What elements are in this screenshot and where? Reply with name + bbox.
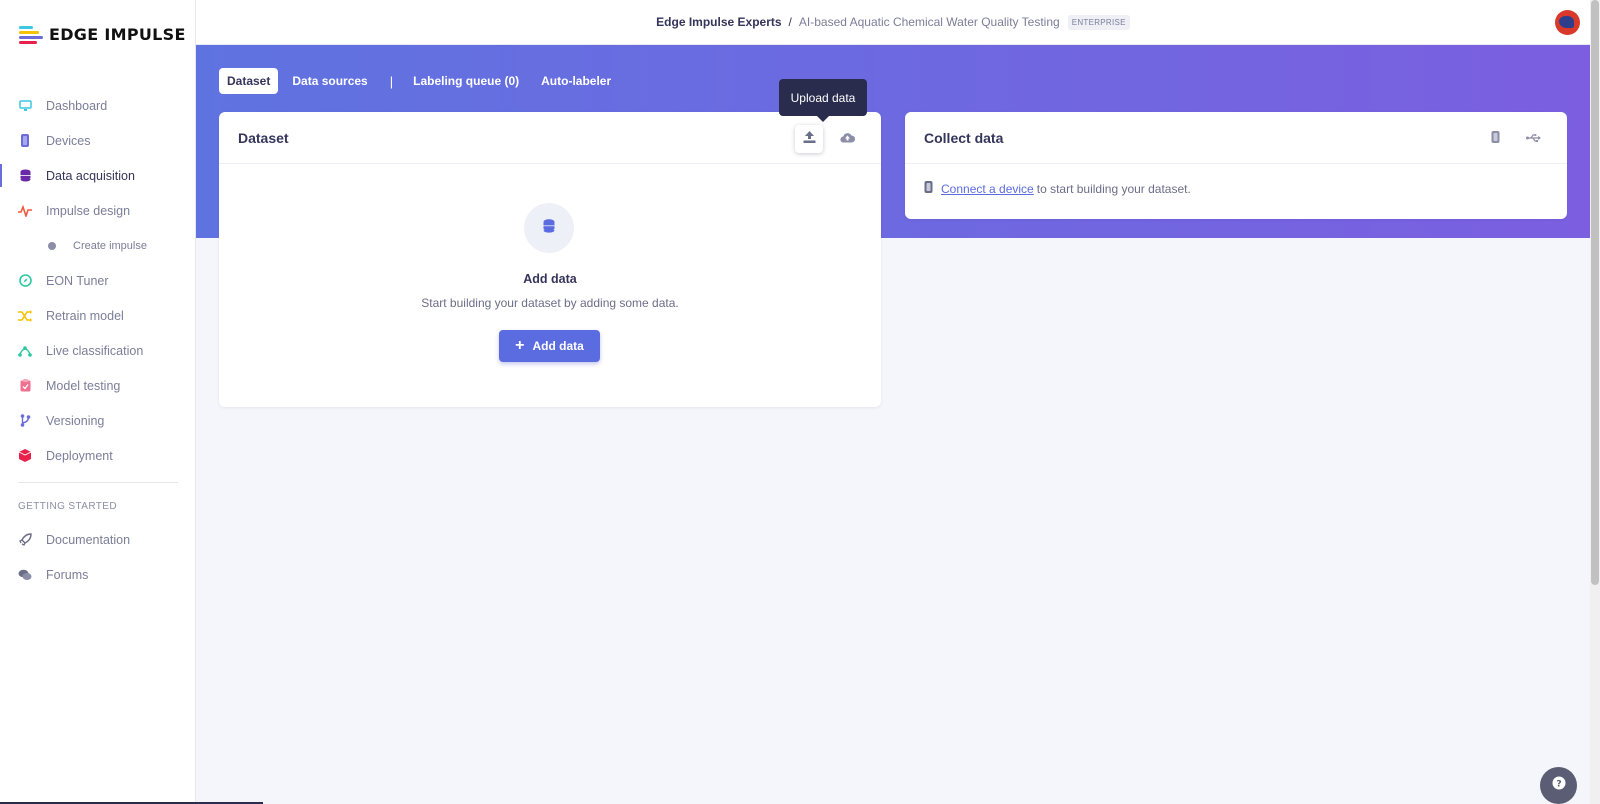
section-label-getting-started: GETTING STARTED bbox=[18, 501, 117, 512]
sidebar-item-data-acquisition[interactable]: Data acquisition bbox=[0, 158, 196, 193]
sidebar-item-deployment[interactable]: Deployment bbox=[0, 438, 196, 473]
sidebar-item-live-classification[interactable]: Live classification bbox=[0, 333, 196, 368]
sidebar-item-retrain-model[interactable]: Retrain model bbox=[0, 298, 196, 333]
sidebar-item-model-testing[interactable]: Model testing bbox=[0, 368, 196, 403]
top-bar: Edge Impulse Experts / AI-based Aquatic … bbox=[196, 0, 1590, 45]
usb-icon bbox=[1525, 130, 1541, 148]
collect-data-card-title: Collect data bbox=[905, 112, 1567, 164]
dataset-card: Dataset Add data Start building your dat… bbox=[219, 112, 881, 407]
sidebar-item-label: Create impulse bbox=[73, 239, 147, 252]
tab-dataset[interactable]: Dataset bbox=[219, 68, 279, 94]
chip-icon bbox=[18, 134, 32, 148]
breadcrumb-org[interactable]: Edge Impulse Experts bbox=[656, 15, 781, 29]
sidebar-item-label: Dashboard bbox=[46, 98, 108, 113]
sidebar-item-eon-tuner[interactable]: EON Tuner bbox=[0, 263, 196, 298]
upload-data-tooltip: Upload data bbox=[779, 79, 867, 122]
sidebar-item-label: Model testing bbox=[46, 378, 121, 393]
sidebar-item-label: Impulse design bbox=[46, 203, 131, 218]
sidebar: EDGE IMPULSE Dashboard Devices Data acqu… bbox=[0, 0, 196, 804]
chip-icon bbox=[1491, 130, 1500, 148]
database-icon bbox=[18, 169, 32, 183]
rocket-icon bbox=[18, 533, 32, 547]
collect-data-actions bbox=[1481, 125, 1547, 153]
sidebar-item-impulse-design[interactable]: Impulse design bbox=[0, 193, 196, 228]
upload-data-button[interactable] bbox=[795, 125, 823, 153]
branch-icon bbox=[18, 414, 32, 428]
clipboard-icon bbox=[18, 379, 32, 393]
sidebar-nav: Dashboard Devices Data acquisition Impul… bbox=[0, 88, 196, 473]
svg-text:?: ? bbox=[1556, 780, 1561, 790]
tab-separator: | bbox=[389, 73, 394, 89]
upload-icon bbox=[803, 130, 816, 148]
shuffle-icon bbox=[18, 309, 32, 323]
tab-labeling-queue[interactable]: Labeling queue (0) bbox=[405, 68, 527, 94]
sidebar-item-label: Deployment bbox=[46, 448, 113, 463]
empty-state-subtitle: Start building your dataset by adding so… bbox=[421, 296, 679, 310]
compass-icon bbox=[18, 274, 32, 288]
collect-data-card: Collect data Connect a device to start b… bbox=[905, 112, 1567, 219]
tab-auto-labeler[interactable]: Auto-labeler bbox=[533, 68, 619, 94]
tab-data-sources[interactable]: Data sources bbox=[284, 68, 375, 94]
connect-device-link[interactable]: Connect a device bbox=[941, 182, 1034, 196]
sidebar-item-dashboard[interactable]: Dashboard bbox=[0, 88, 196, 123]
graph-icon bbox=[18, 344, 32, 358]
sidebar-item-label: Retrain model bbox=[46, 308, 124, 323]
cloud-import-button[interactable] bbox=[833, 125, 861, 153]
sidebar-item-create-impulse[interactable]: Create impulse bbox=[0, 228, 196, 263]
collect-data-message: Connect a device to start building your … bbox=[924, 181, 1191, 196]
logo-mark-icon bbox=[19, 24, 43, 44]
dot-icon bbox=[48, 241, 56, 250]
enterprise-badge: ENTERPRISE bbox=[1067, 14, 1130, 30]
collect-data-text: to start building your dataset. bbox=[1036, 181, 1191, 196]
sidebar-item-label: Documentation bbox=[46, 532, 131, 547]
sidebar-item-label: Versioning bbox=[46, 413, 105, 428]
sidebar-item-label: Devices bbox=[46, 133, 91, 148]
pulse-icon bbox=[18, 204, 32, 218]
plus-icon: + bbox=[515, 337, 525, 354]
connect-device-button[interactable] bbox=[1481, 125, 1509, 153]
dataset-card-title: Dataset bbox=[219, 112, 881, 164]
logo[interactable]: EDGE IMPULSE bbox=[19, 24, 186, 44]
cube-icon bbox=[18, 449, 32, 463]
empty-state-title: Add data bbox=[523, 272, 577, 286]
page-scrollbar[interactable] bbox=[1590, 0, 1600, 804]
cloud-icon bbox=[839, 130, 855, 148]
add-data-button-label: Add data bbox=[532, 339, 584, 353]
sidebar-item-versioning[interactable]: Versioning bbox=[0, 403, 196, 438]
sidebar-item-label: Live classification bbox=[46, 343, 144, 358]
breadcrumb-project[interactable]: AI-based Aquatic Chemical Water Quality … bbox=[799, 15, 1060, 29]
dataset-card-actions bbox=[795, 125, 861, 153]
avatar[interactable] bbox=[1555, 10, 1580, 35]
page-tabs: Dataset Data sources | Labeling queue (0… bbox=[219, 68, 625, 94]
help-button[interactable]: ? bbox=[1540, 767, 1577, 804]
sidebar-item-label: Data acquisition bbox=[46, 168, 135, 183]
sidebar-item-forums[interactable]: Forums bbox=[0, 557, 196, 592]
sidebar-item-label: EON Tuner bbox=[46, 273, 109, 288]
sidebar-item-documentation[interactable]: Documentation bbox=[0, 522, 196, 557]
monitor-icon bbox=[18, 99, 32, 113]
add-data-button[interactable]: + Add data bbox=[499, 330, 600, 362]
usb-button[interactable] bbox=[1519, 125, 1547, 153]
chat-icon bbox=[18, 568, 32, 582]
logo-text: EDGE IMPULSE bbox=[49, 24, 186, 44]
scrollbar-thumb[interactable] bbox=[1591, 0, 1599, 585]
database-icon bbox=[543, 218, 555, 238]
empty-state-icon-circle bbox=[524, 203, 574, 253]
breadcrumb-separator: / bbox=[788, 15, 792, 29]
sidebar-item-label: Forums bbox=[46, 567, 89, 582]
sidebar-divider bbox=[18, 482, 178, 483]
getting-started-nav: Documentation Forums bbox=[0, 522, 196, 592]
chip-icon bbox=[924, 181, 933, 196]
sidebar-item-devices[interactable]: Devices bbox=[0, 123, 196, 158]
question-icon: ? bbox=[1552, 776, 1566, 795]
